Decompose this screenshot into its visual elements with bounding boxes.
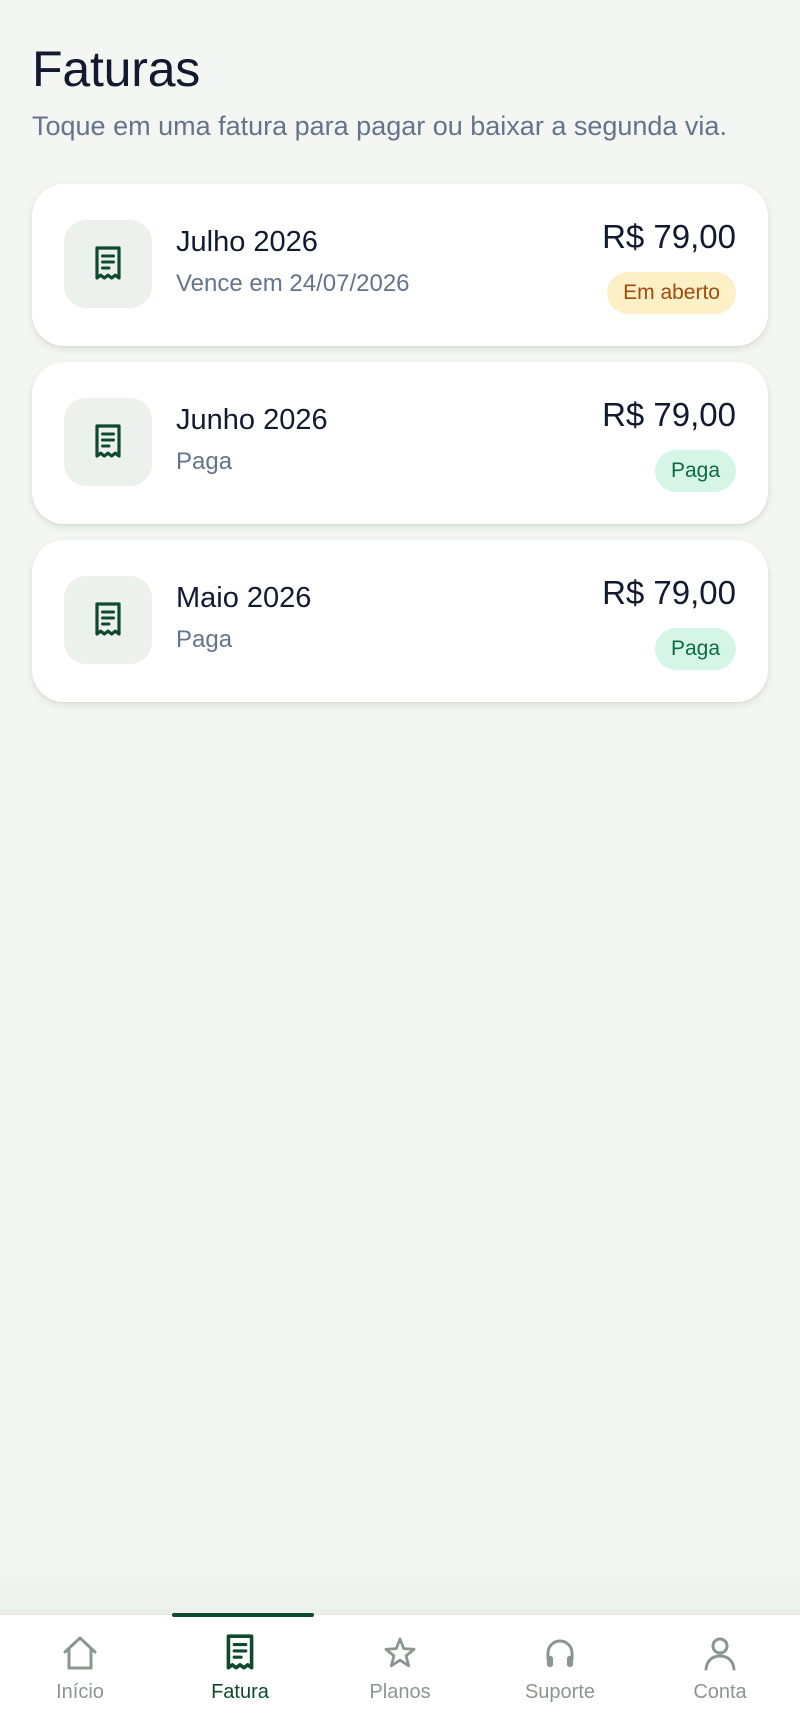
- status-badge: Paga: [654, 450, 736, 492]
- nav-label: Suporte: [524, 1681, 596, 1703]
- home-icon: [61, 1633, 99, 1673]
- bottom-fade: [0, 1560, 800, 1614]
- nav-item-planos[interactable]: Planos: [320, 1615, 480, 1720]
- active-tab-indicator: [172, 1613, 314, 1617]
- invoice-title: Julho 2026: [176, 226, 318, 258]
- bottom-navigation: Início Fatura Planos Suporte Conta: [0, 1613, 800, 1720]
- headphones-icon: [542, 1633, 578, 1673]
- invoice-icon-container: [64, 576, 152, 664]
- invoice-card-maio-2026[interactable]: Maio 2026 Paga R$ 79,00 Paga: [32, 540, 768, 702]
- receipt-icon: [95, 602, 121, 636]
- invoice-card-junho-2026[interactable]: Junho 2026 Paga R$ 79,00 Paga: [32, 362, 768, 524]
- nav-item-inicio[interactable]: Início: [0, 1615, 160, 1720]
- page-title: Faturas: [32, 41, 201, 97]
- invoice-amount: R$ 79,00: [602, 218, 736, 255]
- star-icon: [382, 1633, 418, 1673]
- status-badge: Em aberto: [607, 272, 736, 314]
- nav-item-conta[interactable]: Conta: [640, 1615, 800, 1720]
- nav-label: Conta: [693, 1681, 747, 1703]
- status-badge: Paga: [654, 628, 736, 670]
- page-subtitle: Toque em uma fatura para pagar ou baixar…: [32, 111, 727, 141]
- page-header: Faturas Toque em uma fatura para pagar o…: [32, 40, 768, 144]
- receipt-icon: [95, 424, 121, 458]
- invoice-amount: R$ 79,00: [602, 574, 736, 611]
- invoice-title: Maio 2026: [176, 582, 312, 614]
- invoice-status-text: Paga: [176, 626, 233, 653]
- invoice-amount: R$ 79,00: [602, 396, 736, 433]
- invoice-due-date: Vence em 24/07/2026: [176, 270, 410, 297]
- invoice-card-julho-2026[interactable]: Julho 2026 Vence em 24/07/2026 R$ 79,00 …: [32, 184, 768, 346]
- nav-item-suporte[interactable]: Suporte: [480, 1615, 640, 1720]
- invoice-icon-container: [64, 220, 152, 308]
- invoices-screen: Faturas Toque em uma fatura para pagar o…: [0, 0, 800, 1720]
- receipt-icon: [95, 246, 121, 280]
- invoice-status-text: Paga: [176, 448, 233, 475]
- invoice-list: Julho 2026 Vence em 24/07/2026 R$ 79,00 …: [32, 184, 768, 718]
- invoice-icon-container: [64, 398, 152, 486]
- user-icon: [702, 1633, 738, 1673]
- nav-label: Início: [56, 1681, 104, 1703]
- receipt-icon: [224, 1633, 256, 1673]
- nav-label: Fatura: [211, 1681, 269, 1703]
- nav-item-fatura[interactable]: Fatura: [160, 1613, 320, 1720]
- nav-label: Planos: [369, 1681, 431, 1703]
- invoice-title: Junho 2026: [176, 404, 328, 436]
